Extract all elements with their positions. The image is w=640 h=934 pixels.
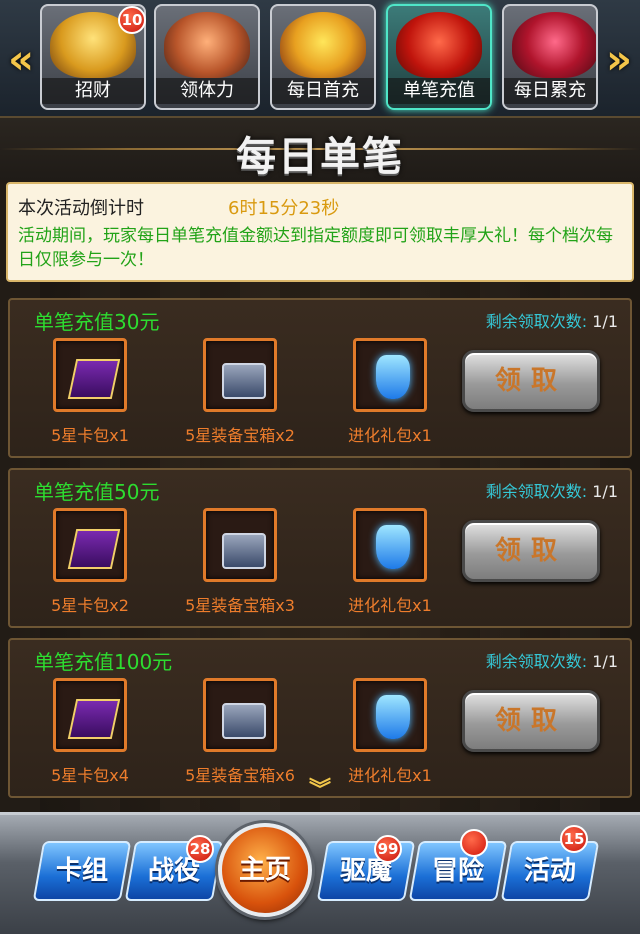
nav-activity-button[interactable]: 活动 <box>500 841 600 901</box>
reward-name: 5星卡包x1 <box>51 426 129 445</box>
claim-button[interactable]: 领取 <box>462 690 600 752</box>
reward-row-30: 单笔充值30元 剩余领取次数: 1/1 5星卡包x1 5星装备宝箱x2 进化礼包… <box>8 298 632 458</box>
reward-item[interactable]: 5星卡包x4 <box>20 678 160 786</box>
nav-adventure-button[interactable]: 冒险 <box>408 841 508 901</box>
bottom-nav: 卡组 战役 28 主页 驱魔 99 冒险 活动 15 <box>0 812 640 934</box>
tab-label: 每日累充 <box>504 78 596 104</box>
reward-item[interactable]: 5星装备宝箱x6 <box>170 678 310 786</box>
activity-tab-strip: « 招财 10 领体力 每日首充 单笔充值 每日累充 » <box>0 0 640 118</box>
countdown-time: 6时15分23秒 <box>228 198 340 219</box>
reward-item[interactable]: 5星装备宝箱x2 <box>170 338 310 446</box>
reward-name: 5星卡包x2 <box>51 596 129 615</box>
noodle-bowl-icon <box>164 12 250 78</box>
nav-cards-label: 卡组 <box>55 856 108 886</box>
card-pack-icon <box>53 678 127 752</box>
tab-daily-first-charge[interactable]: 每日首充 <box>270 4 376 110</box>
evolution-gem-icon <box>353 338 427 412</box>
tab-single-charge[interactable]: 单笔充值 <box>386 4 492 110</box>
tier-title: 单笔充值30元 <box>34 310 160 334</box>
countdown-label: 本次活动倒计时 <box>18 198 144 219</box>
claim-button[interactable]: 领取 <box>462 520 600 582</box>
tab-label: 招财 <box>42 78 144 104</box>
nav-battle-badge: 28 <box>186 835 214 863</box>
equipment-chest-icon <box>203 338 277 412</box>
nav-activity-badge: 15 <box>560 825 588 853</box>
equipment-chest-icon <box>203 508 277 582</box>
remain-label: 剩余领取次数: <box>485 482 593 501</box>
scroll-down-icon[interactable]: ︾ <box>296 780 344 802</box>
tier-title: 单笔充值100元 <box>34 650 173 674</box>
activity-info-panel: 本次活动倒计时 6时15分23秒 活动期间，玩家每日单笔充值金额达到指定额度即可… <box>6 182 634 282</box>
reward-item[interactable]: 5星装备宝箱x3 <box>170 508 310 616</box>
remain-value: 1/1 <box>592 312 618 331</box>
title-bar: 每日单笔 <box>0 118 640 180</box>
claim-button[interactable]: 领取 <box>462 350 600 412</box>
activity-description: 活动期间，玩家每日单笔充值金额达到指定额度即可领取丰厚大礼！每个档次每日仅限参与… <box>18 226 613 270</box>
reward-item[interactable]: 5星卡包x1 <box>20 338 160 446</box>
remain-value: 1/1 <box>592 652 618 671</box>
evolution-gem-icon <box>353 678 427 752</box>
red-envelope-icon <box>396 12 482 78</box>
reward-item[interactable]: 进化礼包x1 <box>320 678 460 786</box>
reward-name: 5星装备宝箱x6 <box>185 766 295 785</box>
reward-row-50: 单笔充值50元 剩余领取次数: 1/1 5星卡包x2 5星装备宝箱x3 进化礼包… <box>8 468 632 628</box>
remain-value: 1/1 <box>592 482 618 501</box>
tab-zhaocai-badge: 10 <box>118 6 146 34</box>
reward-name: 进化礼包x1 <box>348 426 432 445</box>
nav-demon-badge: 99 <box>374 835 402 863</box>
reward-name: 进化礼包x1 <box>348 596 432 615</box>
gift-box-icon <box>280 12 366 78</box>
tab-label: 单笔充值 <box>388 78 490 104</box>
reward-item[interactable]: 5星卡包x2 <box>20 508 160 616</box>
reward-name: 5星装备宝箱x2 <box>185 426 295 445</box>
remain-count: 剩余领取次数: 1/1 <box>486 648 618 672</box>
remain-label: 剩余领取次数: <box>485 652 593 671</box>
tier-title: 单笔充值50元 <box>34 480 160 504</box>
nav-home-button[interactable]: 主页 <box>218 823 312 917</box>
tab-scroll-left-icon[interactable]: « <box>8 40 34 80</box>
reward-item[interactable]: 进化礼包x1 <box>320 338 460 446</box>
reward-name: 5星卡包x4 <box>51 766 129 785</box>
reward-row-100: 单笔充值100元 剩余领取次数: 1/1 5星卡包x4 5星装备宝箱x6 进化礼… <box>8 638 632 798</box>
page-title: 每日单笔 <box>236 134 404 180</box>
tab-scroll-right-icon[interactable]: » <box>606 40 632 80</box>
remain-count: 剩余领取次数: 1/1 <box>486 478 618 502</box>
reward-item[interactable]: 进化礼包x1 <box>320 508 460 616</box>
remain-label: 剩余领取次数: <box>485 312 593 331</box>
equipment-chest-icon <box>203 678 277 752</box>
reward-name: 5星装备宝箱x3 <box>185 596 295 615</box>
card-pack-icon <box>53 508 127 582</box>
evolution-gem-icon <box>353 508 427 582</box>
remain-count: 剩余领取次数: 1/1 <box>486 308 618 332</box>
nav-adventure-badge <box>460 829 488 857</box>
nav-cards-button[interactable]: 卡组 <box>32 841 132 901</box>
tab-daily-cumulative[interactable]: 每日累充 <box>502 4 598 110</box>
tab-tili[interactable]: 领体力 <box>154 4 260 110</box>
tab-label: 每日首充 <box>272 78 374 104</box>
treasure-chest-icon <box>512 12 596 78</box>
card-pack-icon <box>53 338 127 412</box>
tab-label: 领体力 <box>156 78 258 104</box>
